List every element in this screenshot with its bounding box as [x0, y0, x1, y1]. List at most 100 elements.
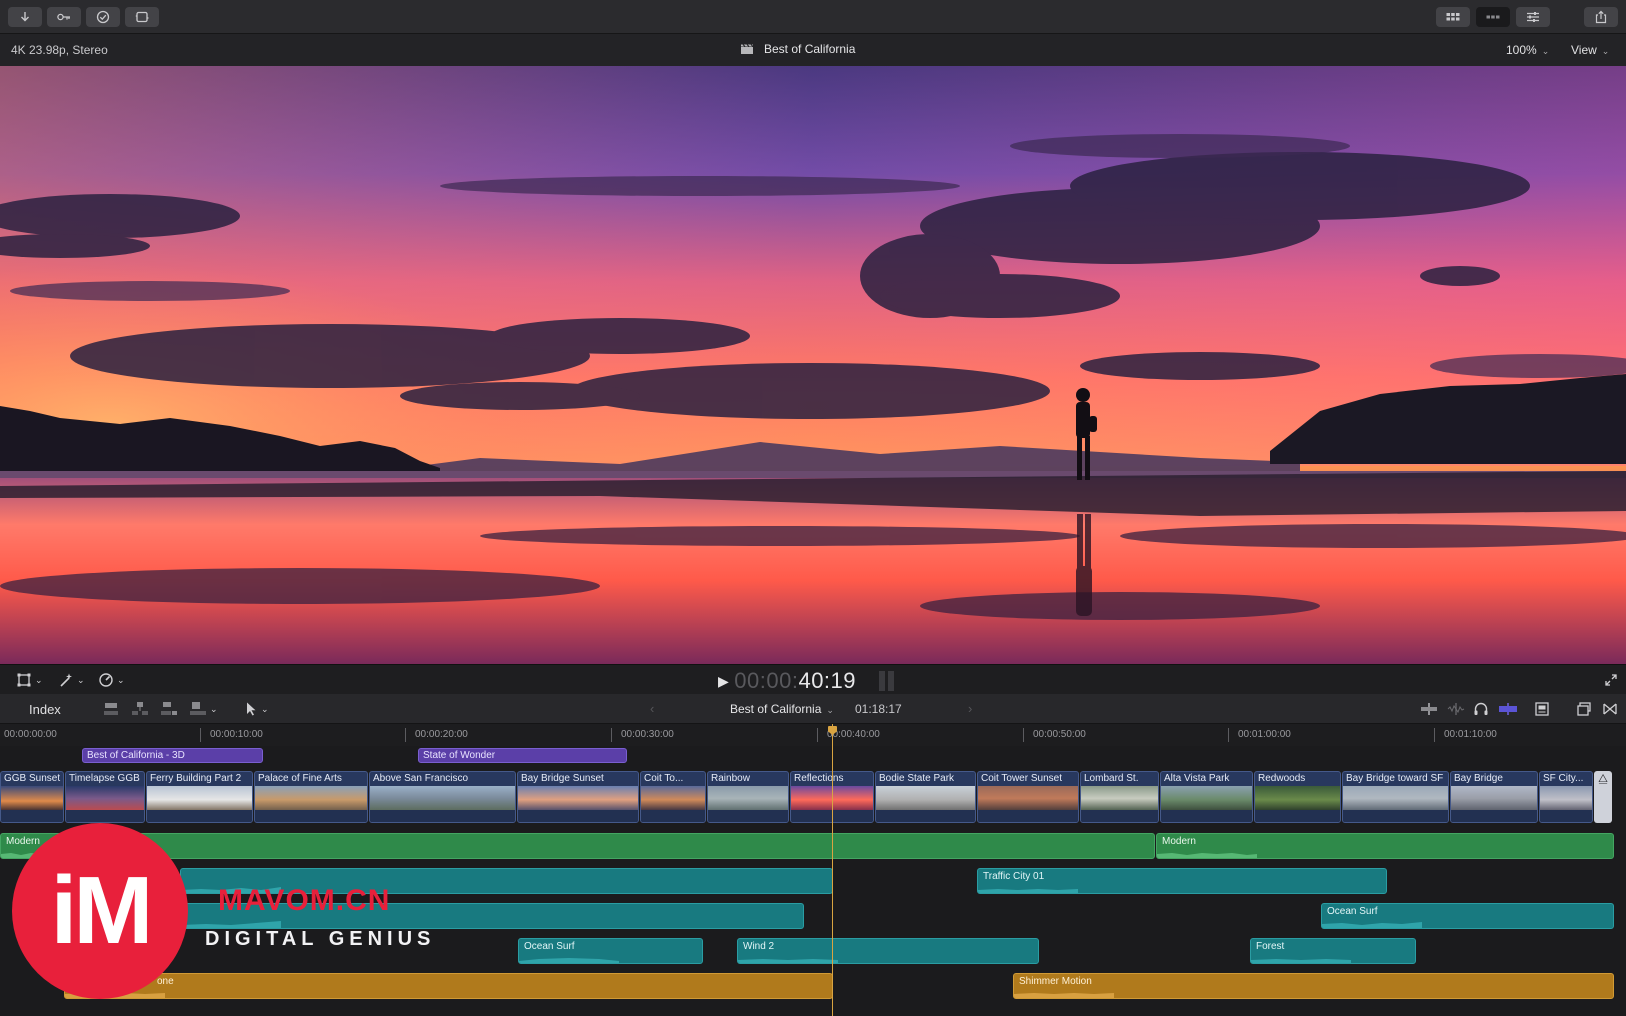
ambience-clip[interactable]: one [64, 973, 833, 999]
ruler-tick [1434, 728, 1435, 742]
solo-icon[interactable] [1498, 701, 1518, 717]
clip-thumbnail [1451, 786, 1537, 811]
video-clip-label: Reflections [794, 773, 844, 784]
viewer-canvas[interactable] [0, 66, 1626, 664]
clip-thumbnail [641, 786, 705, 811]
sound-effect-clip[interactable]: Wind 2 [737, 938, 1039, 964]
video-clip[interactable]: Bay Bridge Sunset [517, 771, 639, 823]
video-clip-label: Redwoods [1258, 773, 1306, 784]
audio-clip-label: Traffic City 01 [983, 871, 1045, 882]
ruler-tick [405, 728, 406, 742]
connect-clip-icon[interactable] [102, 701, 120, 717]
sound-effect-clip[interactable]: Traffic City 01 [977, 868, 1387, 894]
insert-clip-icon[interactable] [131, 701, 149, 717]
fullscreen-icon[interactable] [1604, 673, 1618, 687]
zoom-menu[interactable]: 100% ⌄ [1506, 43, 1549, 57]
clip-thumbnail [518, 786, 638, 811]
ruler-tick [817, 728, 818, 742]
video-clip[interactable]: Alta Vista Park [1160, 771, 1253, 823]
share-export-button[interactable] [1584, 7, 1618, 27]
video-clip[interactable]: Lombard St. [1080, 771, 1159, 823]
chevron-down-icon: ⌄ [1541, 46, 1550, 56]
clip-audio-waveform [1081, 810, 1158, 822]
history-forward-icon[interactable]: › [968, 701, 972, 716]
import-button[interactable] [8, 7, 42, 27]
video-clip[interactable]: Timelapse GGB [65, 771, 145, 823]
timeline-index-icon[interactable] [1576, 701, 1592, 717]
append-clip-icon[interactable] [160, 701, 178, 717]
audio-waveform [519, 958, 619, 963]
video-clip[interactable]: Coit Tower Sunset [977, 771, 1079, 823]
retime-menu[interactable]: ⌄ [98, 672, 125, 688]
overwrite-menu[interactable]: ⌄ [189, 701, 218, 717]
video-clip[interactable]: Bodie State Park [875, 771, 976, 823]
chevron-down-icon: ⌄ [1601, 46, 1610, 56]
video-clip-label: Bay Bridge [1454, 773, 1503, 784]
audio-skimming-icon[interactable] [1447, 701, 1465, 717]
video-clip[interactable]: Redwoods [1254, 771, 1341, 823]
headphones-icon[interactable] [1473, 701, 1489, 717]
background-tasks-button[interactable] [86, 7, 120, 27]
clip-audio-waveform [66, 810, 144, 822]
clip-audio-waveform [876, 810, 975, 822]
browser-layout-button[interactable] [1436, 7, 1470, 27]
magic-wand-icon [60, 673, 72, 687]
audio-waveform [1322, 922, 1422, 928]
audio-waveform [1014, 993, 1114, 998]
video-clip-label: Alta Vista Park [1164, 773, 1230, 784]
play-icon[interactable]: ▶ [718, 673, 729, 690]
sound-effect-clip[interactable]: Ocean Surf [1321, 903, 1614, 929]
clip-thumbnail [147, 786, 252, 811]
video-clip[interactable]: GGB Sunset [0, 771, 64, 823]
timeline-ruler[interactable]: 00:00:00:00 00:00:10:00 00:00:20:00 00:0… [0, 724, 1626, 746]
playhead[interactable] [832, 724, 833, 1016]
viewer-project-title: Best of California [740, 42, 855, 56]
video-clip-label: Coit Tower Sunset [981, 773, 1062, 784]
transform-icon [17, 673, 31, 687]
view-menu[interactable]: View ⌄ [1571, 43, 1609, 57]
video-clip-label: GGB Sunset [4, 773, 61, 784]
video-clip[interactable]: Ferry Building Part 2 [146, 771, 253, 823]
video-clip[interactable]: Bay Bridge toward SF [1342, 771, 1449, 823]
chevron-down-icon: ⌄ [77, 674, 85, 685]
music-clip[interactable]: Modern [1156, 833, 1614, 859]
timeline[interactable]: Best of California - 3D State of Wonder … [0, 746, 1626, 1016]
zoom-value: 100% [1506, 43, 1537, 57]
video-clip[interactable]: Palace of Fine Arts [254, 771, 368, 823]
clip-audio-waveform [641, 810, 705, 822]
clip-thumbnail [1161, 786, 1252, 811]
video-clip[interactable]: Bay Bridge [1450, 771, 1538, 823]
timecode-display[interactable]: ▶ 00:00: 40:19 [718, 668, 856, 694]
arrow-cursor-icon [247, 702, 256, 716]
clip-audio-waveform [255, 810, 367, 822]
keywords-button[interactable] [47, 7, 81, 27]
inspector-button[interactable] [1516, 7, 1550, 27]
ambience-clip[interactable]: Shimmer Motion [1013, 973, 1614, 999]
transitions-browser-icon[interactable] [1602, 701, 1618, 717]
index-button[interactable]: Index [29, 702, 61, 717]
enhancements-menu[interactable]: ⌄ [58, 672, 85, 688]
timeline-layout-button[interactable] [1476, 7, 1510, 27]
history-back-icon[interactable]: ‹ [650, 701, 654, 716]
storyline-end-marker[interactable]: ⧋ [1594, 771, 1612, 823]
timeline-project-menu[interactable]: Best of California ⌄ [730, 702, 834, 716]
timeline-project-name: Best of California [730, 702, 822, 716]
tools-menu[interactable]: ⌄ [244, 701, 269, 717]
music-clip[interactable]: Modern [0, 833, 1155, 859]
skimming-icon[interactable] [1420, 701, 1438, 717]
video-clip-label: SF City... [1543, 773, 1584, 784]
title-clip[interactable]: Best of California - 3D [82, 748, 263, 763]
title-clip[interactable]: State of Wonder [418, 748, 627, 763]
video-clip[interactable]: SF City... [1539, 771, 1593, 823]
sound-effect-clip[interactable]: Forest [1250, 938, 1416, 964]
audio-meter-icon [879, 671, 894, 691]
video-clip[interactable]: Rainbow [707, 771, 789, 823]
video-clip[interactable]: Above San Francisco [369, 771, 516, 823]
sound-effect-clip[interactable]: Ocean Surf [518, 938, 703, 964]
share-library-button[interactable] [125, 7, 159, 27]
transform-menu[interactable]: ⌄ [16, 672, 43, 688]
watermark-tagline: DIGITAL GENIUS [205, 928, 436, 950]
video-clip[interactable]: Coit To... [640, 771, 706, 823]
share-icon [135, 11, 149, 23]
clip-appearance-icon[interactable] [1534, 701, 1550, 717]
